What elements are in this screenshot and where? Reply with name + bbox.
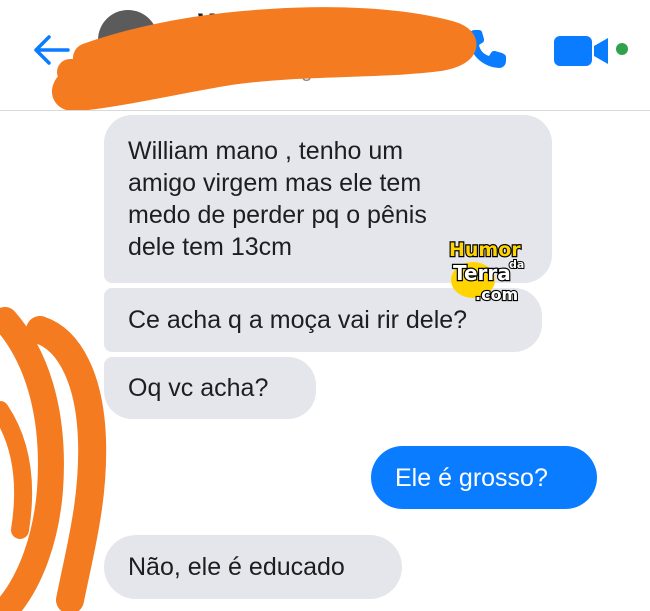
- back-arrow-icon[interactable]: [32, 34, 72, 66]
- contact-name[interactable]: Willi: [198, 8, 259, 42]
- svg-text:.com: .com: [475, 285, 518, 304]
- message-incoming: Oq vc acha?: [104, 357, 316, 419]
- chat-header: Willi agora: [0, 0, 650, 111]
- contact-avatar[interactable]: [98, 10, 158, 70]
- humor-da-terra-watermark: Humor da Terra .com: [448, 238, 525, 305]
- left-redaction-scribble: [0, 307, 107, 611]
- video-camera-icon[interactable]: [552, 34, 612, 68]
- svg-text:da: da: [509, 258, 524, 271]
- video-online-indicator: [616, 43, 628, 55]
- online-indicator: [146, 70, 160, 84]
- contact-status: agora: [290, 60, 342, 82]
- phone-icon[interactable]: [462, 24, 512, 74]
- message-incoming: Não, ele é educado: [104, 535, 402, 599]
- message-outgoing: Ele é grosso?: [371, 446, 597, 509]
- svg-text:Terra: Terra: [453, 261, 511, 285]
